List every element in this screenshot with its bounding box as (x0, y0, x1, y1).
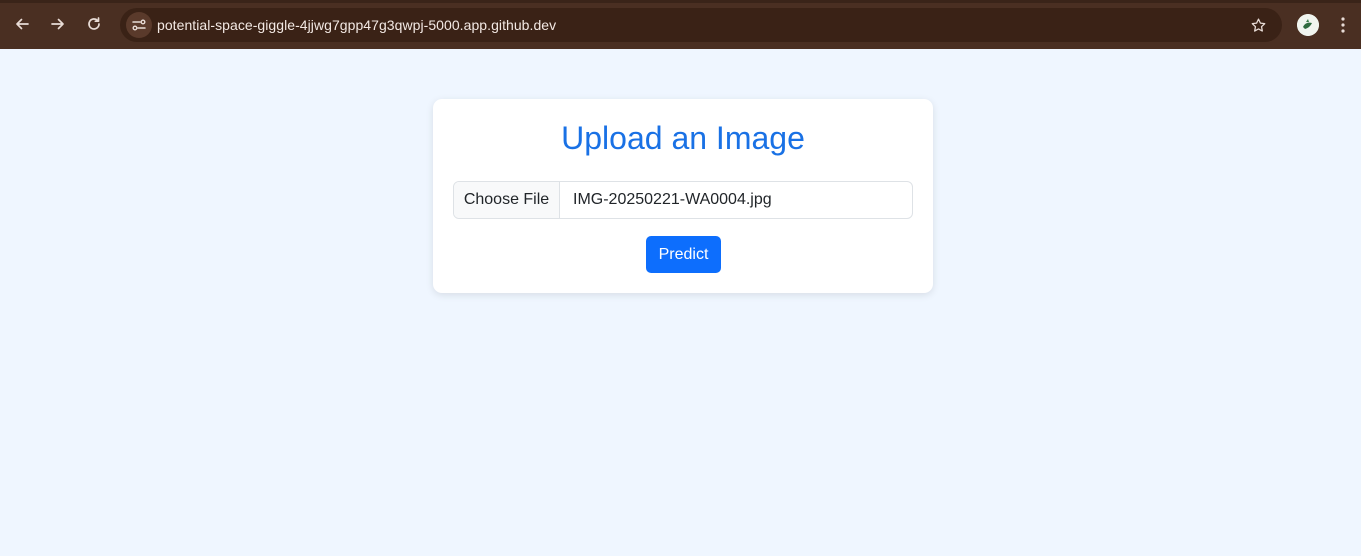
address-bar[interactable]: potential-space-giggle-4jjwg7gpp47g3qwpj… (120, 8, 1282, 42)
forward-arrow-icon (51, 18, 64, 30)
reload-button[interactable] (79, 9, 109, 39)
page-title: Upload an Image (561, 120, 805, 156)
kebab-menu-icon (1341, 17, 1345, 33)
back-button[interactable] (7, 9, 37, 39)
back-arrow-icon (16, 18, 29, 30)
browser-toolbar: potential-space-giggle-4jjwg7gpp47g3qwpj… (0, 0, 1361, 49)
url-text[interactable]: potential-space-giggle-4jjwg7gpp47g3qwpj… (157, 17, 556, 33)
predict-button[interactable]: Predict (646, 236, 721, 273)
reload-icon (88, 17, 100, 30)
star-icon (1251, 17, 1265, 32)
profile-avatar-icon (1297, 14, 1319, 36)
selected-file-name: IMG-20250221-WA0004.jpg (573, 191, 772, 208)
bookmark-button[interactable] (1248, 15, 1268, 35)
forward-button[interactable] (43, 9, 73, 39)
site-info-button[interactable] (126, 12, 152, 38)
profile-button[interactable] (1297, 14, 1319, 36)
tab-strip (0, 0, 1361, 3)
browser-menu-button[interactable] (1332, 13, 1354, 37)
choose-file-button[interactable]: Choose File (454, 182, 560, 218)
file-input[interactable]: Choose File IMG-20250221-WA0004.jpg (453, 181, 913, 219)
upload-card: Upload an Image Choose File IMG-20250221… (433, 99, 933, 293)
site-settings-icon (132, 19, 146, 31)
